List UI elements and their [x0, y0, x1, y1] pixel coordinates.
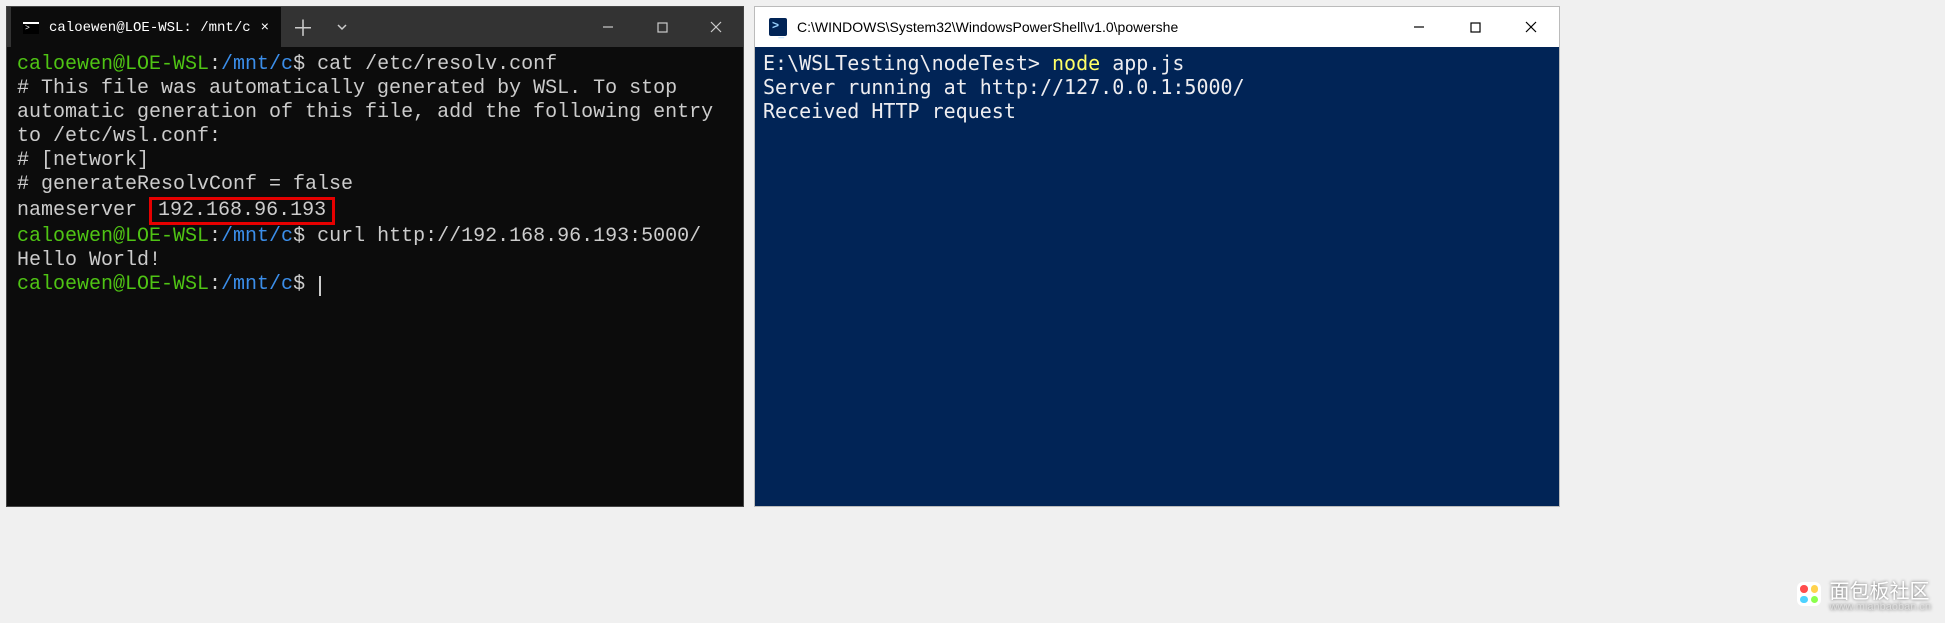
maximize-button[interactable]	[1447, 7, 1503, 47]
chevron-down-icon	[336, 21, 348, 33]
window-controls	[1391, 7, 1559, 47]
minimize-icon	[1413, 21, 1425, 33]
prompt-path: /mnt/c	[221, 53, 293, 76]
minimize-button[interactable]	[1391, 7, 1447, 47]
tab-close-icon[interactable]: ×	[261, 20, 269, 36]
powershell-title: C:\WINDOWS\System32\WindowsPowerShell\v1…	[797, 19, 1391, 35]
powershell-body[interactable]: E:\WSLTesting\nodeTest> node app.js Serv…	[755, 47, 1559, 506]
prompt-userhost: caloewen@LOE-WSL	[17, 53, 209, 76]
wsl-terminal-body[interactable]: caloewen@LOE-WSL:/mnt/c$ cat /etc/resolv…	[7, 47, 743, 506]
resolv-output-generate: # generateResolvConf = false	[17, 173, 353, 196]
powershell-icon	[769, 18, 787, 36]
nameserver-label: nameserver	[17, 199, 137, 222]
watermark: 面包板社区 www.mianbaoban.cn	[1797, 575, 1931, 613]
wsl-tab-title: caloewen@LOE-WSL: /mnt/c	[49, 20, 251, 36]
powershell-window: C:\WINDOWS\System32\WindowsPowerShell\v1…	[754, 6, 1560, 507]
cursor	[319, 276, 321, 296]
wsl-terminal-window: caloewen@LOE-WSL: /mnt/c × ＋ caloewen@LO…	[6, 6, 744, 507]
resolv-output-comment: # This file was automatically generated …	[17, 77, 725, 148]
maximize-icon	[1470, 22, 1481, 33]
powershell-titlebar[interactable]: C:\WINDOWS\System32\WindowsPowerShell\v1…	[755, 7, 1559, 47]
close-button[interactable]	[689, 7, 743, 47]
maximize-button[interactable]	[635, 7, 689, 47]
new-tab-button[interactable]: ＋	[281, 7, 325, 47]
wsl-titlebar[interactable]: caloewen@LOE-WSL: /mnt/c × ＋	[7, 7, 743, 47]
watermark-url: www.mianbaoban.cn	[1829, 601, 1931, 613]
close-button[interactable]	[1503, 7, 1559, 47]
watermark-text: 面包板社区	[1829, 581, 1929, 603]
close-icon	[1525, 21, 1537, 33]
resolv-output-network: # [network]	[17, 149, 149, 172]
nameserver-ip: 192.168.96.193	[158, 199, 326, 222]
maximize-icon	[657, 22, 668, 33]
minimize-button[interactable]	[581, 7, 635, 47]
ps-prompt: E:\WSLTesting\nodeTest>	[763, 51, 1040, 75]
command-1: cat /etc/resolv.conf	[317, 53, 557, 76]
titlebar-drag-region[interactable]	[359, 7, 581, 47]
wsl-tab[interactable]: caloewen@LOE-WSL: /mnt/c ×	[11, 7, 281, 47]
close-icon	[710, 21, 722, 33]
watermark-logo-icon	[1797, 582, 1821, 606]
tab-dropdown-button[interactable]	[325, 7, 359, 47]
curl-output: Hello World!	[17, 249, 161, 272]
minimize-icon	[602, 21, 614, 33]
ps-command-verb: node	[1052, 51, 1100, 75]
node-output-1: Server running at http://127.0.0.1:5000/	[763, 75, 1245, 99]
nameserver-ip-highlight: 192.168.96.193	[149, 197, 335, 225]
ps-command-arg: app.js	[1112, 51, 1184, 75]
command-2: curl http://192.168.96.193:5000/	[317, 225, 701, 248]
terminal-icon	[23, 22, 39, 34]
node-output-2: Received HTTP request	[763, 99, 1016, 123]
window-controls	[581, 7, 743, 47]
